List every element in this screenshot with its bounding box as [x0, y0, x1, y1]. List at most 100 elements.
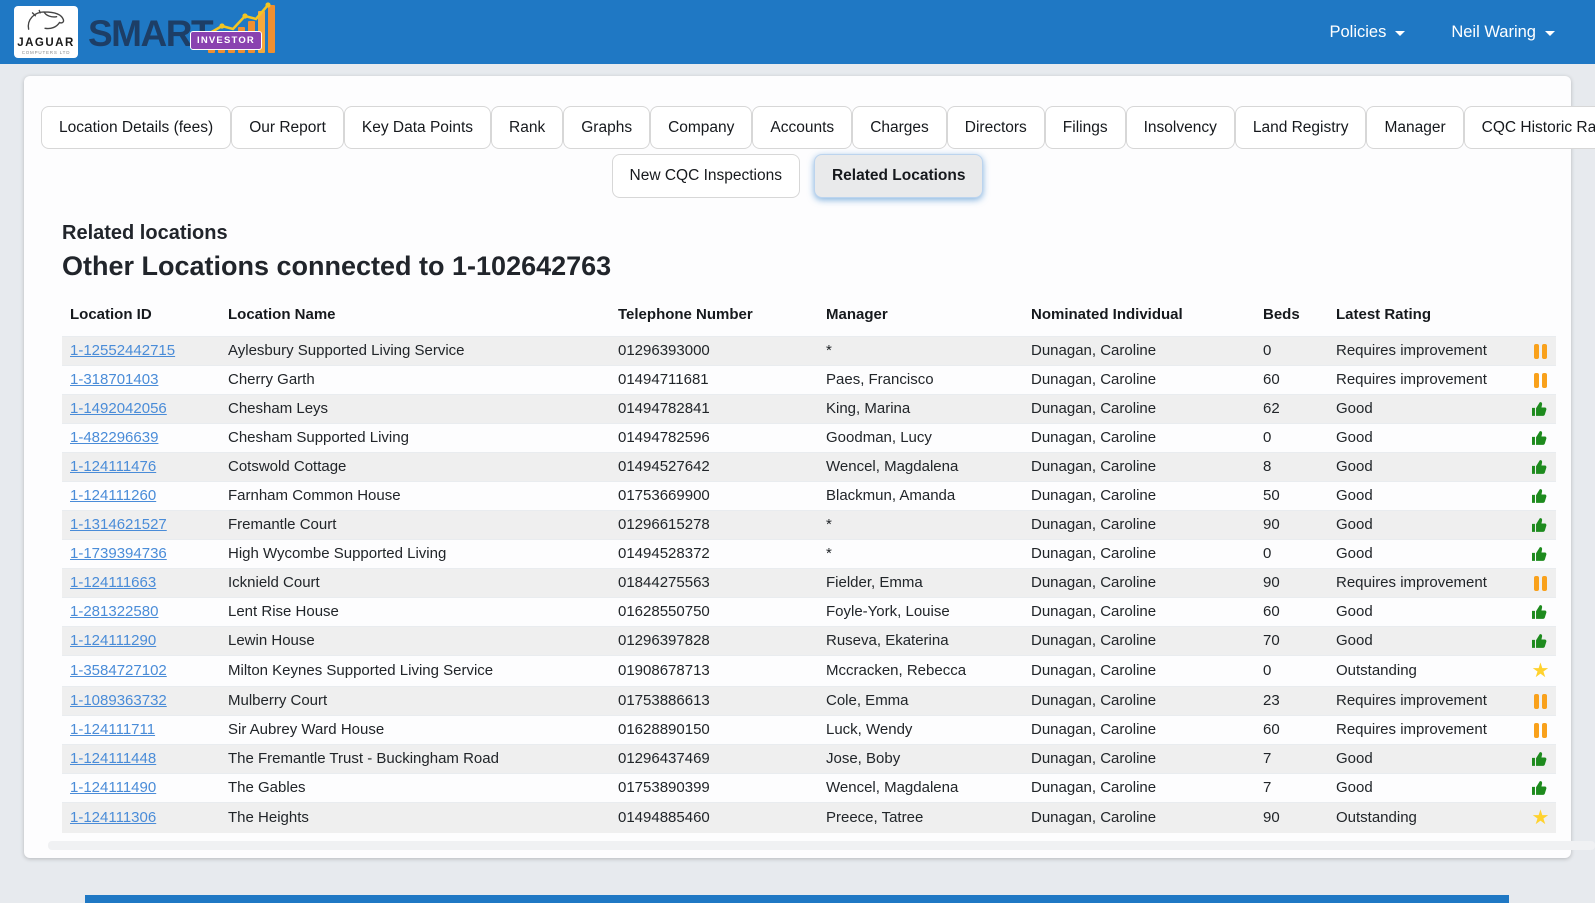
tab-insolvency[interactable]: Insolvency — [1126, 106, 1235, 149]
cell-manager: Jose, Boby — [818, 744, 1023, 773]
tab-land-registry[interactable]: Land Registry — [1235, 106, 1367, 149]
thumbs-up-icon — [1532, 516, 1549, 533]
cell-telephone-number: 01628550750 — [610, 597, 818, 626]
cell-nominated-individual: Dunagan, Caroline — [1023, 773, 1255, 802]
location-id-link[interactable]: 1-124111448 — [70, 750, 156, 767]
investor-badge: INVESTOR — [190, 31, 262, 50]
thumbs-up-icon — [1532, 750, 1549, 767]
cell-nominated-individual: Dunagan, Caroline — [1023, 423, 1255, 452]
tab-company[interactable]: Company — [650, 106, 752, 149]
tab-new-cqc-inspections[interactable]: New CQC Inspections — [612, 154, 800, 197]
location-id-link[interactable]: 1-124111260 — [70, 487, 156, 504]
tab-related-locations[interactable]: Related Locations — [814, 154, 984, 197]
table-row: 1-124111290Lewin House01296397828Ruseva,… — [62, 626, 1556, 655]
column-header-beds: Beds — [1255, 298, 1328, 337]
cell-manager: Blackmun, Amanda — [818, 481, 1023, 510]
cell-rating-icon — [1519, 423, 1556, 452]
column-header-telephone-number: Telephone Number — [610, 298, 818, 337]
cell-rating-icon — [1519, 773, 1556, 802]
cell-beds: 90 — [1255, 568, 1328, 597]
table-row: 1-124111663Icknield Court01844275563Fiel… — [62, 568, 1556, 597]
brand-logo[interactable]: JAGUAR COMPUTERS LTD SMART — [14, 6, 292, 58]
cell-location-id: 1-124111290 — [62, 626, 220, 655]
tabs-row-1: Location Details (fees)Our ReportKey Dat… — [38, 106, 1557, 149]
horizontal-scrollbar[interactable] — [48, 841, 1595, 850]
location-id-link[interactable]: 1-1089363732 — [70, 692, 167, 709]
table-row: 1-318701403Cherry Garth01494711681Paes, … — [62, 365, 1556, 394]
cell-nominated-individual: Dunagan, Caroline — [1023, 626, 1255, 655]
pause-icon — [1534, 576, 1547, 591]
tab-manager[interactable]: Manager — [1366, 106, 1463, 149]
nav-item-policies[interactable]: Policies — [1329, 23, 1405, 42]
cell-telephone-number: 01494711681 — [610, 365, 818, 394]
cell-nominated-individual: Dunagan, Caroline — [1023, 715, 1255, 744]
cell-manager: Fielder, Emma — [818, 568, 1023, 597]
tab-rank[interactable]: Rank — [491, 106, 563, 149]
cell-telephone-number: 01296615278 — [610, 510, 818, 539]
table-row: 1-1492042056Chesham Leys01494782841King,… — [62, 394, 1556, 423]
thumbs-up-icon — [1532, 429, 1549, 446]
cell-beds: 60 — [1255, 365, 1328, 394]
cell-nominated-individual: Dunagan, Caroline — [1023, 365, 1255, 394]
cell-rating-icon — [1519, 626, 1556, 655]
cell-beds: 23 — [1255, 686, 1328, 715]
location-id-link[interactable]: 1-3584727102 — [70, 662, 167, 679]
cell-latest-rating: Requires improvement — [1328, 336, 1519, 365]
location-id-link[interactable]: 1-482296639 — [70, 429, 158, 446]
location-id-link[interactable]: 1-12552442715 — [70, 342, 175, 359]
cell-rating-icon — [1519, 715, 1556, 744]
table-row: 1-12552442715 Aylesbury Supported Living … — [62, 336, 1556, 365]
location-id-link[interactable]: 1-124111306 — [70, 809, 156, 826]
cell-rating-icon — [1519, 510, 1556, 539]
cell-location-name: Icknield Court — [220, 568, 610, 597]
column-header-latest-rating: Latest Rating — [1328, 298, 1519, 337]
cell-location-name: Chesham Leys — [220, 394, 610, 423]
cell-nominated-individual: Dunagan, Caroline — [1023, 597, 1255, 626]
cell-location-id: 1-1314621527 — [62, 510, 220, 539]
table-row: 1-124111476Cotswold Cottage01494527642We… — [62, 452, 1556, 481]
location-id-link[interactable]: 1-281322580 — [70, 603, 158, 620]
nav-item-neil-waring[interactable]: Neil Waring — [1451, 23, 1555, 42]
location-id-link[interactable]: 1-1314621527 — [70, 516, 167, 533]
tab-accounts[interactable]: Accounts — [752, 106, 852, 149]
cell-telephone-number: 01494527642 — [610, 452, 818, 481]
cell-latest-rating: Requires improvement — [1328, 568, 1519, 597]
cell-telephone-number: 01908678713 — [610, 655, 818, 686]
location-id-link[interactable]: 1-124111663 — [70, 574, 156, 591]
location-id-link[interactable]: 1-124111711 — [70, 721, 155, 738]
tab-filings[interactable]: Filings — [1045, 106, 1126, 149]
cell-latest-rating: Requires improvement — [1328, 365, 1519, 394]
location-id-link[interactable]: 1-1739394736 — [70, 545, 167, 562]
column-header-location-id: Location ID — [62, 298, 220, 337]
cell-manager: * — [818, 539, 1023, 568]
cell-rating-icon — [1519, 686, 1556, 715]
cell-telephone-number: 01296397828 — [610, 626, 818, 655]
cell-rating-icon — [1519, 568, 1556, 597]
location-id-link[interactable]: 1-124111490 — [70, 779, 156, 796]
cell-telephone-number: 01296393000 — [610, 336, 818, 365]
table-row: 1-3584727102Milton Keynes Supported Livi… — [62, 655, 1556, 686]
cell-beds: 7 — [1255, 773, 1328, 802]
tab-location-details-fees[interactable]: Location Details (fees) — [41, 106, 231, 149]
tab-key-data-points[interactable]: Key Data Points — [344, 106, 491, 149]
cell-manager: Paes, Francisco — [818, 365, 1023, 394]
cell-latest-rating: Good — [1328, 773, 1519, 802]
cell-latest-rating: Good — [1328, 452, 1519, 481]
jaguar-brand-sub: COMPUTERS LTD — [22, 51, 71, 56]
cell-beds: 90 — [1255, 802, 1328, 833]
tab-graphs[interactable]: Graphs — [563, 106, 650, 149]
tab-directors[interactable]: Directors — [947, 106, 1045, 149]
location-id-link[interactable]: 1-124111476 — [70, 458, 156, 475]
table-row: 1-482296639Chesham Supported Living01494… — [62, 423, 1556, 452]
tab-cqc-historic-ratings[interactable]: CQC Historic Ratings — [1464, 106, 1595, 149]
location-id-link[interactable]: 1-124111290 — [70, 632, 156, 649]
cell-nominated-individual: Dunagan, Caroline — [1023, 452, 1255, 481]
cell-rating-icon — [1519, 452, 1556, 481]
tab-charges[interactable]: Charges — [852, 106, 947, 149]
section-title: Related locations — [62, 222, 1557, 245]
cell-location-name: Aylesbury Supported Living Service — [220, 336, 610, 365]
cell-nominated-individual: Dunagan, Caroline — [1023, 481, 1255, 510]
location-id-link[interactable]: 1-318701403 — [70, 371, 158, 388]
location-id-link[interactable]: 1-1492042056 — [70, 400, 167, 417]
tab-our-report[interactable]: Our Report — [231, 106, 344, 149]
